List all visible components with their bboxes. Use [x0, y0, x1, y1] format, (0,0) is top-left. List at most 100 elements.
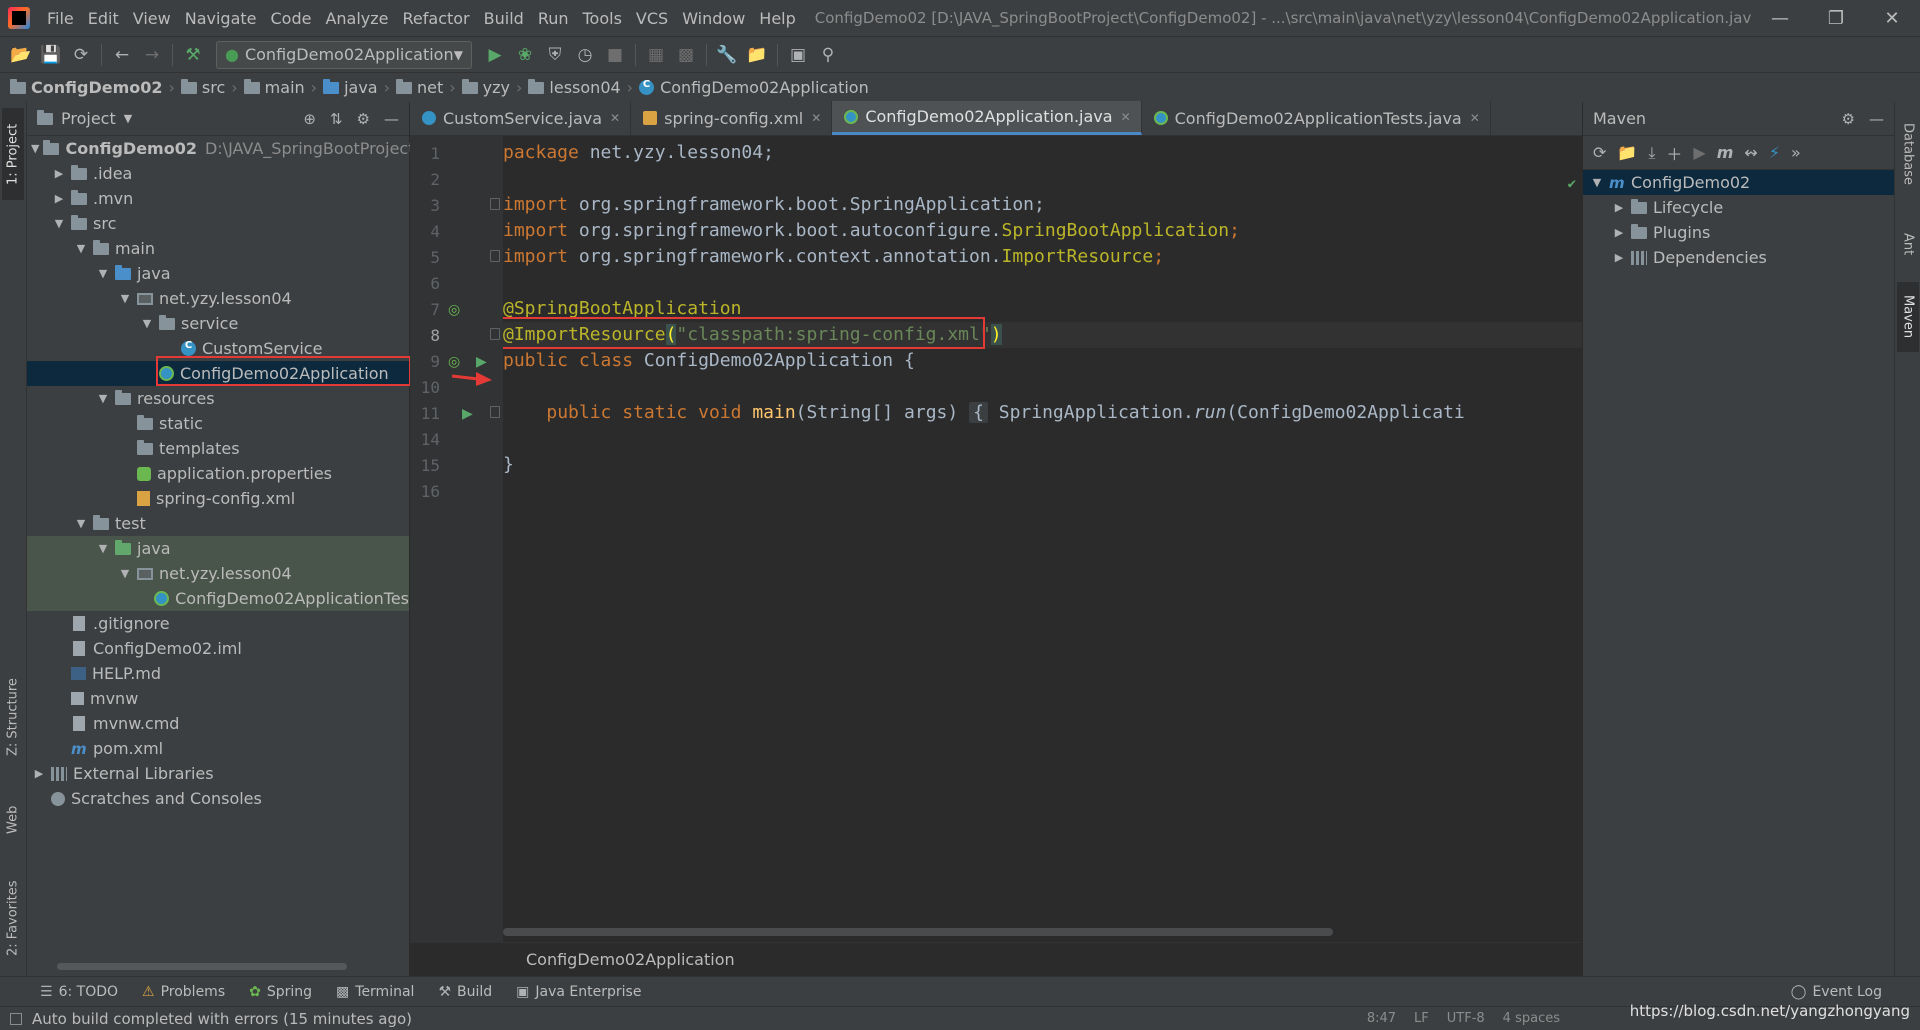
- close-tab-icon[interactable]: ✕: [1470, 111, 1480, 125]
- tree-item-idea[interactable]: ▶ .idea: [27, 161, 409, 186]
- tree-item-iml[interactable]: ConfigDemo02.iml: [27, 636, 409, 661]
- run-configuration-select[interactable]: ● ConfigDemo02Application ▼: [216, 40, 472, 69]
- tool-event-log[interactable]: ◯ Event Log: [1791, 984, 1882, 1000]
- search-icon[interactable]: ⚲: [813, 41, 843, 69]
- generate-sources-icon[interactable]: 📁: [1617, 143, 1637, 162]
- chevron-down-icon[interactable]: ▼: [124, 112, 132, 125]
- gear-icon[interactable]: ⚙: [357, 110, 370, 128]
- coverage-icon[interactable]: ⛨: [540, 41, 570, 69]
- tree-item-help-md[interactable]: HELP.md: [27, 661, 409, 686]
- breadcrumb-item[interactable]: java: [323, 78, 378, 97]
- project-panel-title[interactable]: Project: [61, 109, 116, 128]
- presentation-icon[interactable]: ▣: [783, 41, 813, 69]
- tab-favorites-tool[interactable]: 2: Favorites: [2, 868, 24, 968]
- forward-icon[interactable]: →: [137, 41, 167, 69]
- tree-item-src[interactable]: ▼ src: [27, 211, 409, 236]
- run-icon[interactable]: ▶: [480, 41, 510, 69]
- tab-spring-config-xml[interactable]: spring-config.xml ✕: [631, 101, 833, 135]
- toggle-offline-icon[interactable]: ↭: [1744, 143, 1757, 162]
- line-separator[interactable]: LF: [1414, 1011, 1429, 1026]
- menu-analyze[interactable]: Analyze: [318, 9, 395, 28]
- menu-tools[interactable]: Tools: [576, 9, 629, 28]
- maven-goal-icon[interactable]: m: [1717, 143, 1734, 162]
- fold-marker-icon[interactable]: [490, 198, 500, 210]
- tree-item-configdemo02application[interactable]: ConfigDemo02Application: [27, 361, 409, 386]
- locate-icon[interactable]: ⊕: [303, 110, 316, 128]
- tree-item-java-test[interactable]: ▼ java: [27, 536, 409, 561]
- tab-structure-tool[interactable]: Z: Structure: [2, 662, 24, 772]
- caret-position[interactable]: 8:47: [1367, 1011, 1396, 1026]
- download-icon[interactable]: ⤓: [1648, 143, 1655, 163]
- tree-item-pom-xml[interactable]: m pom.xml: [27, 736, 409, 761]
- file-encoding[interactable]: UTF-8: [1447, 1011, 1485, 1026]
- menu-run[interactable]: Run: [531, 9, 576, 28]
- menu-vcs[interactable]: VCS: [629, 9, 675, 28]
- restore-icon[interactable]: ❐: [1808, 8, 1864, 29]
- close-tab-icon[interactable]: ✕: [1121, 110, 1131, 124]
- collapse-all-icon[interactable]: ⇅: [330, 110, 343, 128]
- tree-item-mvnw-cmd[interactable]: mvnw.cmd: [27, 711, 409, 736]
- tree-item-mvn[interactable]: ▶ .mvn: [27, 186, 409, 211]
- run-gutter-icon[interactable]: ▶: [476, 354, 487, 370]
- tab-web-tool[interactable]: Web: [2, 790, 24, 850]
- spring-bean-icon[interactable]: ◎: [448, 354, 460, 370]
- code-editor[interactable]: package net.yzy.lesson04; import org.spr…: [503, 136, 1582, 942]
- tool-build[interactable]: ⚒ Build: [438, 984, 492, 1000]
- folded-code-block[interactable]: {: [969, 402, 988, 423]
- update-app-icon[interactable]: ▩: [671, 41, 701, 69]
- inspection-ok-icon[interactable]: ✔: [1568, 176, 1576, 192]
- close-tab-icon[interactable]: ✕: [610, 111, 620, 125]
- tree-item-application-properties[interactable]: application.properties: [27, 461, 409, 486]
- tab-customservice[interactable]: CustomService.java ✕: [410, 101, 632, 135]
- sync-icon[interactable]: ⟳: [66, 41, 96, 69]
- tool-todo[interactable]: ☰ 6: TODO: [40, 984, 118, 1000]
- tree-item-scratches[interactable]: Scratches and Consoles: [27, 786, 409, 811]
- menu-refactor[interactable]: Refactor: [396, 9, 477, 28]
- structure-breadcrumb-item[interactable]: ConfigDemo02Application: [526, 950, 735, 969]
- run-icon[interactable]: ▶: [1693, 143, 1705, 162]
- tree-item-external-libraries[interactable]: ▶ External Libraries: [27, 761, 409, 786]
- breadcrumb-item[interactable]: ConfigDemo02: [10, 78, 163, 97]
- fold-marker-icon[interactable]: [490, 328, 500, 340]
- menu-navigate[interactable]: Navigate: [178, 9, 264, 28]
- tool-java-enterprise[interactable]: ▣ Java Enterprise: [516, 984, 641, 1000]
- more-icon[interactable]: »: [1791, 143, 1801, 162]
- skip-tests-icon[interactable]: ⚡: [1769, 143, 1780, 162]
- settings-wrench-icon[interactable]: 🔧: [712, 41, 742, 69]
- indent-setting[interactable]: 4 spaces: [1503, 1011, 1560, 1026]
- fold-marker-icon[interactable]: [490, 250, 500, 262]
- menu-code[interactable]: Code: [264, 9, 319, 28]
- breadcrumb-item[interactable]: src: [180, 78, 225, 97]
- tree-item-resources[interactable]: ▼ resources: [27, 386, 409, 411]
- tree-item-service[interactable]: ▼ service: [27, 311, 409, 336]
- fold-marker-icon[interactable]: [490, 406, 500, 418]
- back-icon[interactable]: ←: [107, 41, 137, 69]
- maven-item-plugins[interactable]: ▶ Plugins: [1583, 220, 1894, 245]
- tree-item-test-package[interactable]: ▼ net.yzy.lesson04: [27, 561, 409, 586]
- gear-icon[interactable]: ⚙: [1842, 110, 1855, 128]
- reload-icon[interactable]: ⟳: [1593, 143, 1606, 162]
- close-window-icon[interactable]: ✕: [1864, 8, 1920, 29]
- tree-item-templates[interactable]: templates: [27, 436, 409, 461]
- tree-item-customservice[interactable]: CustomService: [27, 336, 409, 361]
- close-tab-icon[interactable]: ✕: [811, 111, 821, 125]
- menu-build[interactable]: Build: [477, 9, 531, 28]
- tab-maven-tool[interactable]: Maven: [1897, 282, 1919, 352]
- maven-item-lifecycle[interactable]: ▶ Lifecycle: [1583, 195, 1894, 220]
- tree-item-test-class[interactable]: ConfigDemo02ApplicationTes: [27, 586, 409, 611]
- tree-item-main[interactable]: ▼ main: [27, 236, 409, 261]
- tree-item-package[interactable]: ▼ net.yzy.lesson04: [27, 286, 409, 311]
- run-gutter-icon[interactable]: ▶: [462, 406, 473, 422]
- minimize-icon[interactable]: —: [1752, 8, 1808, 29]
- breadcrumb-item[interactable]: ConfigDemo02Application: [639, 78, 869, 97]
- breadcrumb-item[interactable]: main: [243, 78, 305, 97]
- menu-file[interactable]: File: [40, 9, 81, 28]
- hide-panel-icon[interactable]: —: [1869, 110, 1884, 128]
- horizontal-scrollbar[interactable]: [57, 963, 347, 970]
- tree-item-gitignore[interactable]: .gitignore: [27, 611, 409, 636]
- tree-item-spring-config-xml[interactable]: spring-config.xml: [27, 486, 409, 511]
- breadcrumb-item[interactable]: yzy: [461, 78, 510, 97]
- profile-icon[interactable]: ◷: [570, 41, 600, 69]
- status-message[interactable]: Auto build completed with errors (15 min…: [32, 1010, 412, 1028]
- breadcrumb-item[interactable]: lesson04: [528, 78, 621, 97]
